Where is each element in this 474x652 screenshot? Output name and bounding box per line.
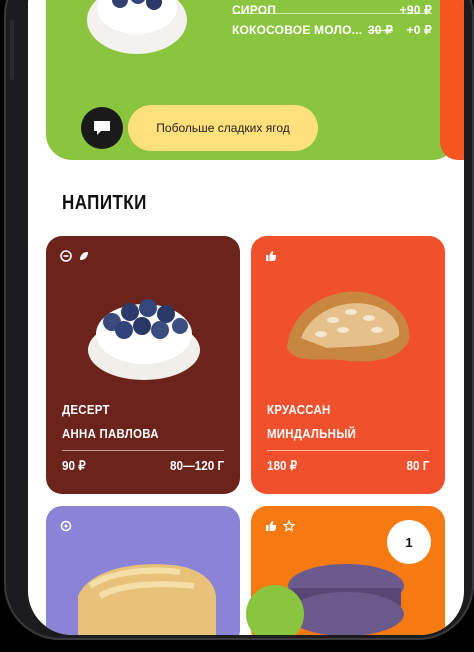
thumbs-up-icon xyxy=(266,251,276,261)
product-price: 180 ₽ xyxy=(267,458,298,473)
star-icon xyxy=(283,520,295,532)
order-modifiers: СИРОП +90 ₽ КОКОСОВОЕ МОЛО... 30 ₽ +0 ₽ xyxy=(232,0,432,40)
modifier-old-price: 30 ₽ xyxy=(367,23,393,37)
product-name: КРУАССАН МИНДАЛЬНЫЙ xyxy=(267,398,356,446)
product-name-line2: АННА ПАВЛОВА xyxy=(62,426,159,441)
circle-minus-icon xyxy=(60,250,72,262)
order-item-card[interactable]: СИРОП +90 ₽ КОКОСОВОЕ МОЛО... 30 ₽ +0 ₽ xyxy=(46,0,458,160)
card-badges xyxy=(265,520,295,532)
device-mockup: СИРОП +90 ₽ КОКОСОВОЕ МОЛО... 30 ₽ +0 ₽ xyxy=(0,0,474,652)
card-badges xyxy=(60,520,72,532)
thumbs-up-icon xyxy=(266,521,276,531)
modifier-price: +0 ₽ xyxy=(406,23,432,37)
section-title: НАПИТКИ xyxy=(62,192,147,214)
modifier-label: КОКОСОВОЕ МОЛО... xyxy=(232,23,363,37)
apple-pie-image xyxy=(78,564,216,635)
product-name-line1: ДЕСЕРТ xyxy=(62,402,110,417)
card-divider xyxy=(267,450,429,451)
side-button xyxy=(10,20,14,80)
scroll-content[interactable]: СИРОП +90 ₽ КОКОСОВОЕ МОЛО... 30 ₽ +0 ₽ xyxy=(28,0,464,635)
floating-cart-button[interactable] xyxy=(246,585,304,635)
card-divider xyxy=(62,450,224,451)
product-name-line1: КРУАССАН xyxy=(267,402,331,417)
product-price: 90 ₽ xyxy=(62,458,86,473)
app-screen: СИРОП +90 ₽ КОКОСОВОЕ МОЛО... 30 ₽ +0 ₽ xyxy=(28,0,464,635)
next-order-card-peek[interactable] xyxy=(440,0,464,160)
modifier-row: СИРОП +90 ₽ xyxy=(232,0,432,20)
modifier-row: КОКОСОВОЕ МОЛО... 30 ₽ +0 ₽ xyxy=(232,20,432,40)
product-card-pie[interactable] xyxy=(46,506,240,635)
product-name-line2: МИНДАЛЬНЫЙ xyxy=(267,426,357,441)
product-card-pavlova[interactable]: ДЕСЕРТ АННА ПАВЛОВА 90 ₽ 80—120 Г xyxy=(46,236,240,494)
comment-button[interactable] xyxy=(81,107,123,149)
croissant-image xyxy=(287,291,410,362)
product-name: ДЕСЕРТ АННА ПАВЛОВА xyxy=(62,398,159,446)
product-weight: 80 Г xyxy=(406,458,429,473)
pavlova-image xyxy=(88,299,200,380)
pavlova-dessert-image xyxy=(87,0,187,54)
modifier-price: +90 ₽ xyxy=(399,3,432,17)
leaf-icon xyxy=(80,252,88,260)
product-card-croissant[interactable]: КРУАССАН МИНДАЛЬНЫЙ 180 ₽ 80 Г xyxy=(251,236,445,494)
card-badges xyxy=(60,250,90,262)
modifier-label: СИРОП xyxy=(232,3,277,17)
chat-bubble-icon xyxy=(94,121,110,135)
card-badges xyxy=(265,250,277,262)
circle-icon xyxy=(60,520,72,532)
product-weight: 80—120 Г xyxy=(169,458,224,473)
comment-text-pill[interactable]: Побольше сладких ягод xyxy=(128,105,318,151)
